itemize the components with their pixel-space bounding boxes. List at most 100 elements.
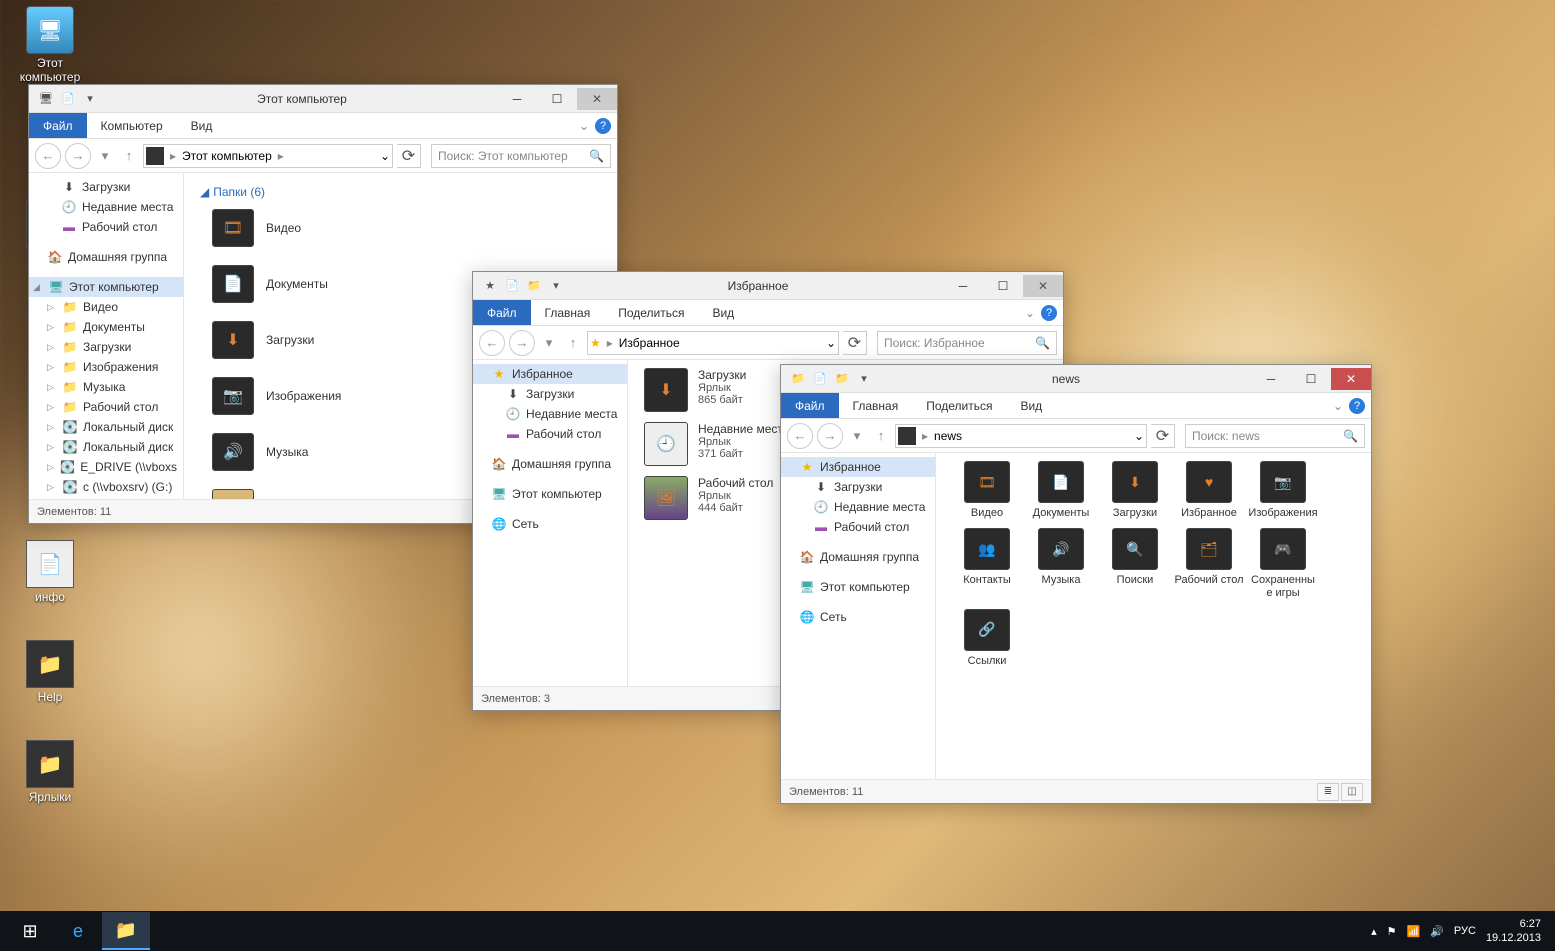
system-menu-icon[interactable]: 🖥 xyxy=(37,90,55,108)
expand-icon[interactable]: ▷ xyxy=(47,362,57,373)
ribbon-expand-icon[interactable]: ⌄ xyxy=(1025,306,1035,320)
sidebar-item-desktop[interactable]: ▬Рабочий стол xyxy=(29,217,183,237)
sidebar-item-music[interactable]: ▷📁Музыка xyxy=(29,377,183,397)
tab-file[interactable]: Файл xyxy=(29,113,87,138)
grid-item[interactable]: ♥Избранное xyxy=(1174,461,1244,520)
titlebar[interactable]: 📁 📄 📁 ▾ news ─ ☐ ✕ xyxy=(781,365,1371,393)
grid-item[interactable]: 🔍Поиски xyxy=(1100,528,1170,600)
search-input[interactable]: Поиск: news🔍 xyxy=(1185,424,1365,448)
sidebar-item-favorites[interactable]: ★Избранное xyxy=(781,457,935,477)
sidebar-item-recent[interactable]: 🕘Недавние места xyxy=(473,404,627,424)
refresh-button[interactable]: ⟳ xyxy=(1151,424,1175,448)
grid-item[interactable]: 👥Контакты xyxy=(952,528,1022,600)
sidebar-item-local-disk[interactable]: ▷💽Локальный диск xyxy=(29,437,183,457)
sidebar-item-favorites[interactable]: ★Избранное xyxy=(473,364,627,384)
close-button[interactable]: ✕ xyxy=(1331,368,1371,390)
grid-item[interactable]: 🔊Музыка xyxy=(1026,528,1096,600)
desktop-icon-shortcuts[interactable]: 📁Ярлыки xyxy=(10,740,90,804)
expand-icon[interactable]: ▷ xyxy=(47,422,57,433)
sidebar-item-downloads[interactable]: ⬇Загрузки xyxy=(781,477,935,497)
tab-file[interactable]: Файл xyxy=(473,300,531,325)
sidebar-item-network[interactable]: 🌐Сеть xyxy=(473,514,627,534)
tray-overflow-icon[interactable]: ▴ xyxy=(1371,925,1377,938)
nav-pane[interactable]: ★Избранное ⬇Загрузки 🕘Недавние места ▬Ра… xyxy=(473,360,628,686)
sidebar-item-this-pc[interactable]: ◢🖥Этот компьютер xyxy=(29,277,183,297)
folder-icon[interactable]: 📁 xyxy=(789,370,807,388)
recent-locations-button[interactable]: ▾ xyxy=(95,143,115,169)
view-icons-button[interactable]: ◫ xyxy=(1341,783,1363,801)
tab-home[interactable]: Главная xyxy=(531,300,605,325)
qat-dropdown-icon[interactable]: ▾ xyxy=(81,90,99,108)
search-input[interactable]: Поиск: Этот компьютер🔍 xyxy=(431,144,611,168)
grid-item[interactable]: 🎞Видео xyxy=(952,461,1022,520)
language-indicator[interactable]: РУС xyxy=(1454,925,1476,937)
forward-button[interactable]: → xyxy=(65,143,91,169)
sidebar-item-network[interactable]: 🌐Сеть xyxy=(781,607,935,627)
close-button[interactable]: ✕ xyxy=(577,88,617,110)
back-button[interactable]: ← xyxy=(787,423,813,449)
tab-view[interactable]: Вид xyxy=(698,300,748,325)
expand-icon[interactable]: ▷ xyxy=(47,442,57,453)
taskbar[interactable]: ⊞ e 📁 ▴ ⚑ 📶 🔊 РУС 6:27 19.12.2013 xyxy=(0,911,1555,951)
expand-icon[interactable]: ▷ xyxy=(47,382,57,393)
tab-share[interactable]: Поделиться xyxy=(604,300,698,325)
address-dropdown-icon[interactable]: ⌄ xyxy=(380,149,390,163)
titlebar[interactable]: 🖥 📄 ▾ Этот компьютер ─ ☐ ✕ xyxy=(29,85,617,113)
volume-icon[interactable]: 🔊 xyxy=(1430,925,1444,938)
new-folder-icon[interactable]: 📁 xyxy=(833,370,851,388)
sidebar-item-documents[interactable]: ▷📁Документы xyxy=(29,317,183,337)
crumb-segment[interactable]: Этот компьютер xyxy=(182,149,272,163)
address-bar[interactable]: ▸Этот компьютер▸⌄ xyxy=(143,144,393,168)
recent-locations-button[interactable]: ▾ xyxy=(847,423,867,449)
qat-dropdown-icon[interactable]: ▾ xyxy=(547,277,565,295)
recent-locations-button[interactable]: ▾ xyxy=(539,330,559,356)
sidebar-item-recent[interactable]: 🕘Недавние места xyxy=(781,497,935,517)
minimize-button[interactable]: ─ xyxy=(497,88,537,110)
forward-button[interactable]: → xyxy=(817,423,843,449)
sidebar-item-this-pc[interactable]: 🖥Этот компьютер xyxy=(781,577,935,597)
tab-home[interactable]: Главная xyxy=(839,393,913,418)
help-icon[interactable]: ? xyxy=(1349,398,1365,414)
help-icon[interactable]: ? xyxy=(1041,305,1057,321)
expand-icon[interactable]: ▷ xyxy=(47,402,57,413)
sidebar-item-downloads[interactable]: ⬇Загрузки xyxy=(29,177,183,197)
new-folder-icon[interactable]: 📁 xyxy=(525,277,543,295)
maximize-button[interactable]: ☐ xyxy=(537,88,577,110)
up-button[interactable]: ↑ xyxy=(871,423,891,449)
grid-item[interactable]: ⬇Загрузки xyxy=(1100,461,1170,520)
titlebar[interactable]: ★ 📄 📁 ▾ Избранное ─ ☐ ✕ xyxy=(473,272,1063,300)
nav-pane[interactable]: ⬇Загрузки 🕘Недавние места ▬Рабочий стол … xyxy=(29,173,184,499)
crumb-segment[interactable]: news xyxy=(934,429,962,443)
nav-pane[interactable]: ★Избранное ⬇Загрузки 🕘Недавние места ▬Ра… xyxy=(781,453,936,779)
grid-item[interactable]: 📄Документы xyxy=(1026,461,1096,520)
minimize-button[interactable]: ─ xyxy=(943,275,983,297)
sidebar-item-desktop[interactable]: ▷📁Рабочий стол xyxy=(29,397,183,417)
network-icon[interactable]: 📶 xyxy=(1407,925,1421,938)
start-button[interactable]: ⊞ xyxy=(6,912,54,950)
properties-icon[interactable]: 📄 xyxy=(811,370,829,388)
sidebar-item-desktop[interactable]: ▬Рабочий стол xyxy=(781,517,935,537)
ribbon-expand-icon[interactable]: ⌄ xyxy=(1333,399,1343,413)
expand-icon[interactable]: ▷ xyxy=(47,462,55,473)
ribbon-expand-icon[interactable]: ⌄ xyxy=(579,119,589,133)
address-dropdown-icon[interactable]: ⌄ xyxy=(1134,429,1144,443)
grid-item[interactable]: 🔗Ссылки xyxy=(952,609,1022,668)
sidebar-item-this-pc[interactable]: 🖥Этот компьютер xyxy=(473,484,627,504)
expand-icon[interactable]: ▷ xyxy=(47,322,57,333)
sidebar-item-pictures[interactable]: ▷📁Изображения xyxy=(29,357,183,377)
sidebar-item-downloads[interactable]: ▷📁Загрузки xyxy=(29,337,183,357)
folder-videos[interactable]: 🎞Видео xyxy=(212,209,601,247)
back-button[interactable]: ← xyxy=(479,330,505,356)
help-icon[interactable]: ? xyxy=(595,118,611,134)
grid-item[interactable]: 📷Изображения xyxy=(1248,461,1318,520)
sidebar-item-homegroup[interactable]: 🏠Домашняя группа xyxy=(29,247,183,267)
sidebar-item-videos[interactable]: ▷📁Видео xyxy=(29,297,183,317)
clock[interactable]: 6:27 19.12.2013 xyxy=(1486,917,1541,946)
sidebar-item-local-disk[interactable]: ▷💽Локальный диск xyxy=(29,417,183,437)
sidebar-item-network-drive[interactable]: ▷💽с (\\vboxsrv) (G:) xyxy=(29,477,183,497)
view-details-button[interactable]: ≣ xyxy=(1317,783,1339,801)
up-button[interactable]: ↑ xyxy=(563,330,583,356)
address-bar[interactable]: ▸news⌄ xyxy=(895,424,1147,448)
tab-view[interactable]: Вид xyxy=(177,113,227,138)
sidebar-item-desktop[interactable]: ▬Рабочий стол xyxy=(473,424,627,444)
